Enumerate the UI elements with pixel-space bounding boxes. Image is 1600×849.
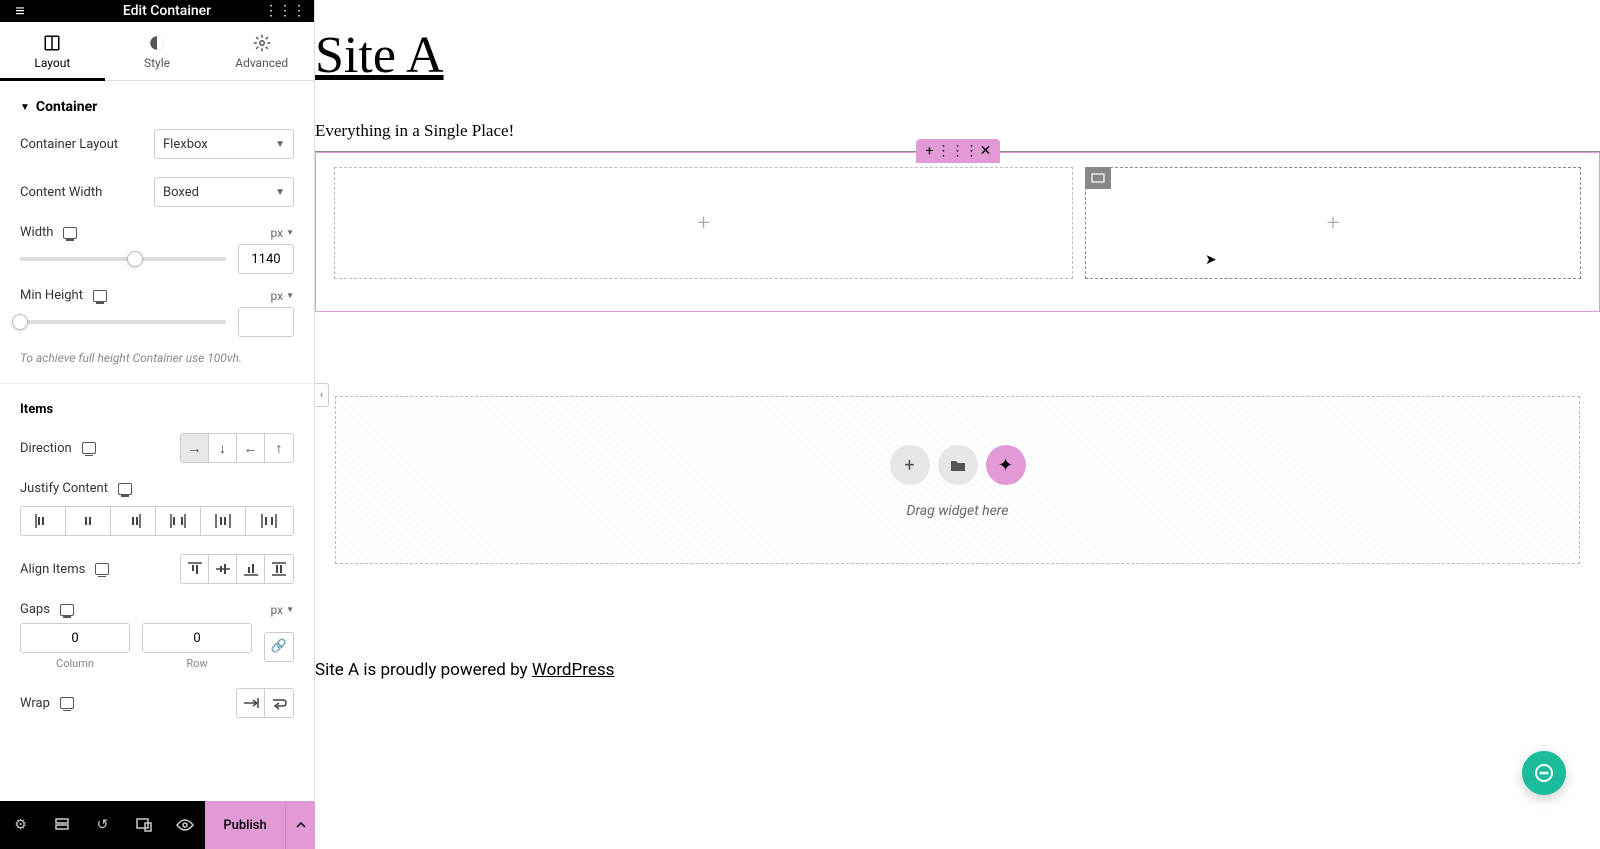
direction-column-reverse[interactable]: ↑ — [265, 434, 293, 462]
add-section-button[interactable]: + — [890, 445, 930, 485]
direction-row-reverse[interactable]: ← — [237, 434, 265, 462]
history-icon[interactable]: ↺ — [82, 801, 123, 849]
add-widget-icon[interactable]: + — [697, 211, 709, 236]
panel-tabs: Layout Style Advanced — [0, 22, 314, 81]
container-layout-control: Container Layout Flexbox▼ — [20, 129, 294, 159]
min-height-unit-select[interactable]: px▼ — [270, 289, 294, 303]
inner-column-1[interactable]: + — [334, 167, 1073, 279]
justify-end[interactable] — [111, 507, 156, 535]
editor-panel: ≡ Edit Container ⋮⋮⋮ Layout Style Advanc… — [0, 0, 315, 800]
container-toolbar: + ⋮⋮⋮ ✕ — [916, 139, 1000, 163]
desktop-icon[interactable] — [93, 290, 107, 302]
direction-control: Direction → ↓ ← ↑ — [20, 433, 294, 463]
wordpress-link[interactable]: WordPress — [532, 660, 615, 680]
justify-around[interactable] — [201, 507, 246, 535]
editor-canvas: Site A Everything in a Single Place! + ⋮… — [315, 0, 1600, 801]
section-items-header: Items — [20, 402, 294, 417]
delete-element-icon[interactable]: ✕ — [972, 139, 1000, 163]
desktop-icon[interactable] — [60, 697, 74, 709]
navigator-icon[interactable] — [41, 801, 82, 849]
align-control: Align Items — [20, 554, 294, 584]
align-buttons — [180, 554, 294, 584]
gap-row-input[interactable] — [142, 623, 252, 653]
panel-content: ▼ Container Container Layout Flexbox▼ Co… — [0, 81, 314, 800]
caret-down-icon: ▼ — [20, 102, 30, 113]
content-width-control: Content Width Boxed▼ — [20, 177, 294, 207]
preview-icon[interactable] — [164, 801, 205, 849]
min-height-input[interactable] — [238, 307, 294, 337]
tab-style[interactable]: Style — [105, 22, 210, 80]
apps-icon[interactable]: ⋮⋮⋮ — [264, 3, 306, 19]
desktop-icon[interactable] — [82, 442, 96, 454]
height-hint: To achieve full height Container use 100… — [20, 351, 294, 365]
justify-start[interactable] — [21, 507, 66, 535]
justify-control: Justify Content — [20, 481, 294, 496]
drag-handle-icon[interactable]: ⋮⋮⋮ — [944, 139, 972, 163]
content-width-select[interactable]: Boxed▼ — [154, 177, 294, 207]
direction-buttons: → ↓ ← ↑ — [180, 433, 294, 463]
selected-container[interactable]: + ⋮⋮⋮ ✕ + + — [315, 152, 1600, 312]
desktop-icon[interactable] — [63, 227, 77, 239]
align-end[interactable] — [237, 555, 265, 583]
drag-hint: Drag widget here — [907, 503, 1009, 519]
template-library-button[interactable] — [938, 445, 978, 485]
wrap-buttons — [236, 688, 294, 718]
collapse-panel-handle[interactable]: ‹ — [315, 383, 329, 407]
site-title[interactable]: Site A — [315, 0, 1600, 85]
justify-center[interactable] — [66, 507, 111, 535]
publish-button[interactable]: Publish — [205, 801, 285, 849]
justify-between[interactable] — [156, 507, 201, 535]
desktop-icon[interactable] — [60, 604, 74, 616]
wrap-nowrap[interactable] — [237, 689, 265, 717]
empty-section[interactable]: + ✦ Drag widget here — [335, 396, 1580, 564]
tab-layout[interactable]: Layout — [0, 22, 105, 80]
footer-text: Site A is proudly powered by WordPress — [315, 660, 614, 680]
inner-column-2[interactable]: + — [1085, 167, 1581, 279]
gaps-control: Gaps px▼ — [20, 602, 294, 617]
divider — [0, 383, 314, 384]
link-values-icon[interactable]: 🔗 — [264, 632, 294, 662]
desktop-icon[interactable] — [118, 483, 132, 495]
ai-button[interactable]: ✦ — [986, 445, 1026, 485]
align-start[interactable] — [181, 555, 209, 583]
tab-advanced[interactable]: Advanced — [209, 22, 314, 80]
align-stretch[interactable] — [265, 555, 293, 583]
wrap-control: Wrap — [20, 688, 294, 718]
responsive-icon[interactable] — [123, 801, 164, 849]
width-input[interactable] — [238, 244, 294, 274]
publish-options[interactable] — [285, 801, 315, 849]
bottom-bar: ⚙ ↺ Publish — [0, 801, 315, 849]
add-widget-icon[interactable]: + — [1327, 211, 1339, 236]
column-handle-icon[interactable] — [1085, 167, 1111, 189]
justify-buttons — [20, 506, 294, 536]
width-unit-select[interactable]: px▼ — [270, 226, 294, 240]
min-height-slider[interactable] — [20, 320, 226, 324]
min-height-control: Min Height px▼ — [20, 288, 294, 303]
width-slider[interactable] — [20, 257, 226, 261]
wrap-wrap[interactable] — [265, 689, 293, 717]
chat-fab[interactable] — [1522, 751, 1566, 795]
direction-column[interactable]: ↓ — [209, 434, 237, 462]
section-container-header[interactable]: ▼ Container — [20, 81, 294, 129]
desktop-icon[interactable] — [95, 563, 109, 575]
align-center[interactable] — [209, 555, 237, 583]
gaps-unit-select[interactable]: px▼ — [270, 603, 294, 617]
gap-column-input[interactable] — [20, 623, 130, 653]
panel-header: ≡ Edit Container ⋮⋮⋮ — [0, 0, 314, 22]
justify-evenly[interactable] — [246, 507, 291, 535]
direction-row[interactable]: → — [181, 434, 209, 462]
container-layout-select[interactable]: Flexbox▼ — [154, 129, 294, 159]
settings-icon[interactable]: ⚙ — [0, 801, 41, 849]
width-control: Width px▼ — [20, 225, 294, 240]
